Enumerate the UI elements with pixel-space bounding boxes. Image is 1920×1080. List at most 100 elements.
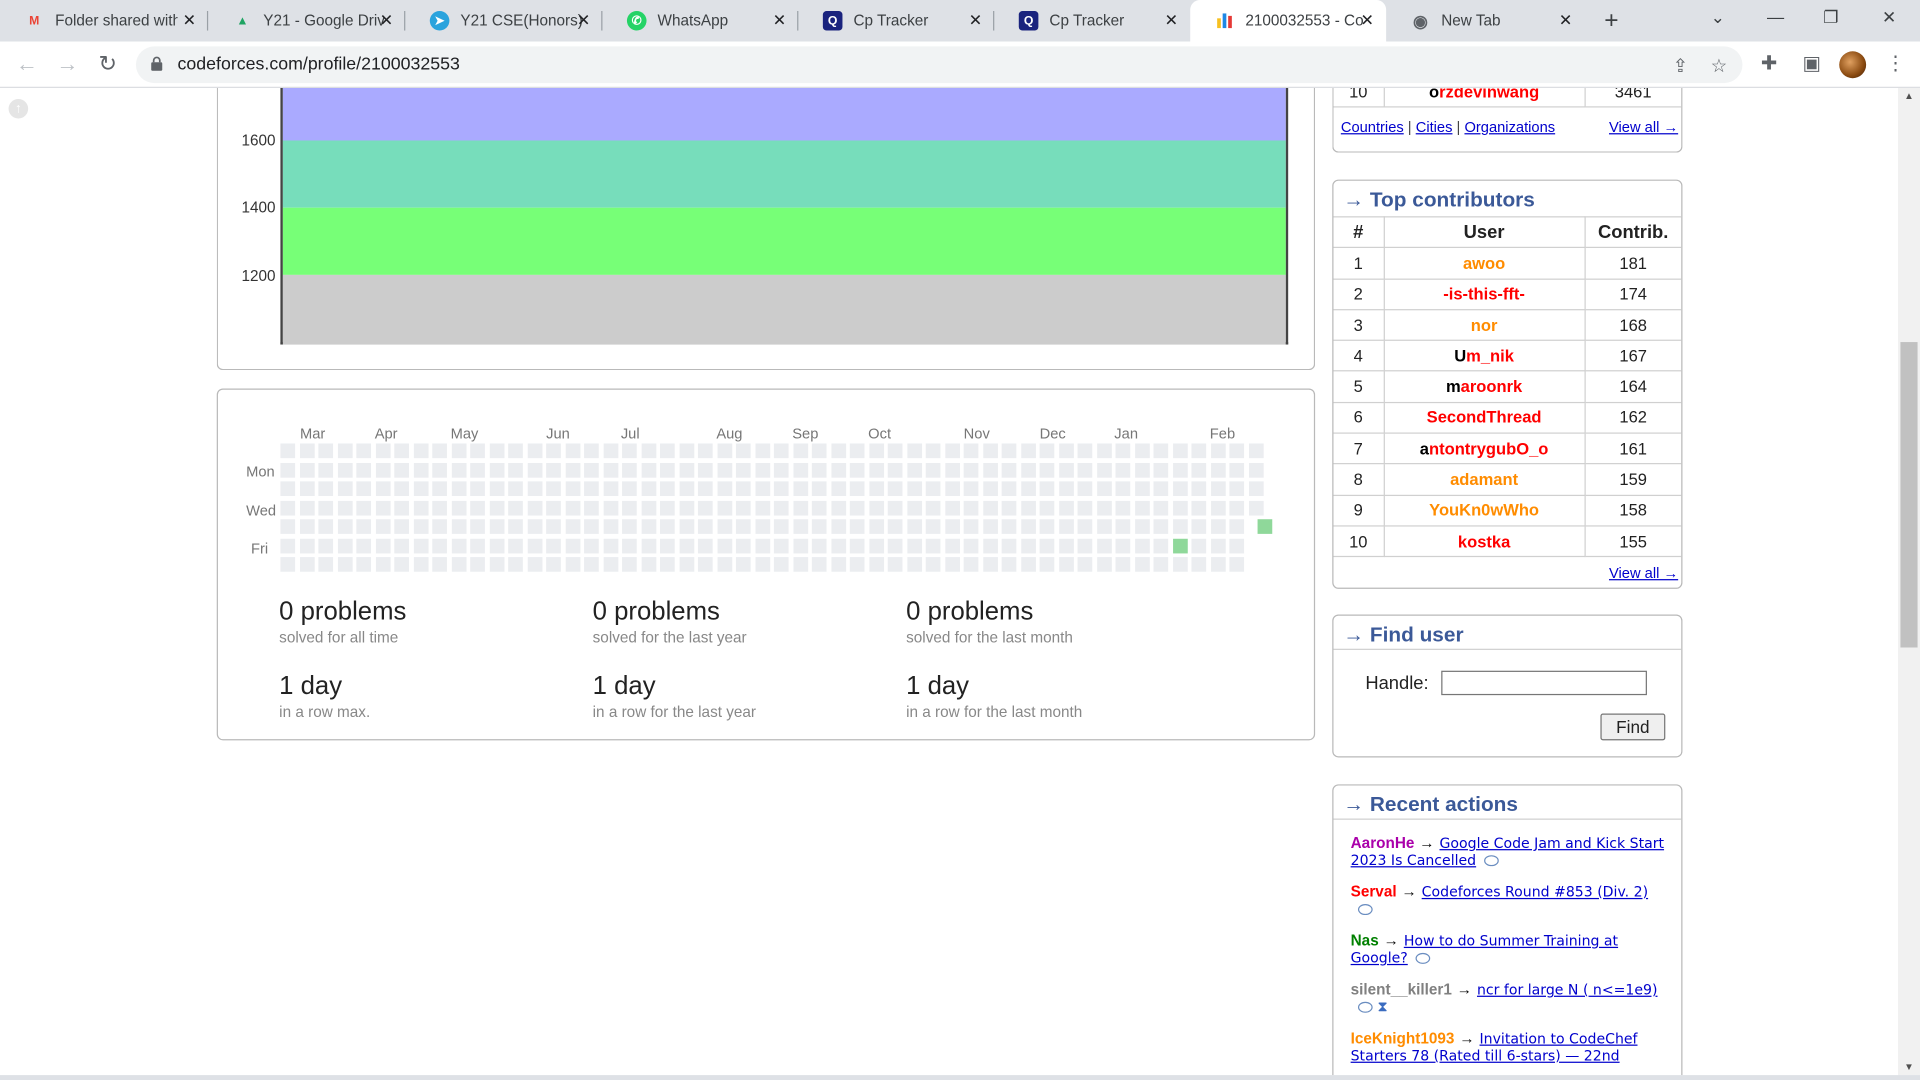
activity-cell[interactable]	[394, 538, 409, 553]
activity-cell[interactable]	[1172, 443, 1187, 458]
activity-cell[interactable]	[1134, 538, 1149, 553]
view-all-link[interactable]: View all →	[1609, 564, 1678, 581]
activity-cell[interactable]	[527, 462, 542, 477]
activity-cell[interactable]	[1172, 538, 1187, 553]
activity-cell[interactable]	[793, 500, 808, 515]
activity-cell[interactable]	[1040, 462, 1055, 477]
activity-cell[interactable]	[1116, 443, 1131, 458]
activity-cell[interactable]	[831, 481, 846, 496]
activity-cell[interactable]	[641, 500, 656, 515]
activity-cell[interactable]	[755, 519, 770, 534]
activity-cell[interactable]	[755, 443, 770, 458]
activity-cell[interactable]	[888, 557, 903, 572]
activity-cell[interactable]	[508, 500, 523, 515]
activity-cell[interactable]	[546, 443, 561, 458]
activity-cell[interactable]	[356, 462, 371, 477]
reload-icon[interactable]: ↻	[94, 51, 121, 77]
activity-cell[interactable]	[337, 557, 352, 572]
activity-cell[interactable]	[318, 519, 333, 534]
activity-cell[interactable]	[527, 557, 542, 572]
tab-search-chevron-icon[interactable]: ⌄	[1711, 7, 1725, 28]
user-link[interactable]: awoo	[1463, 254, 1505, 272]
activity-cell[interactable]	[318, 481, 333, 496]
user-link[interactable]: kostka	[1458, 532, 1510, 550]
activity-cell[interactable]	[964, 462, 979, 477]
activity-cell[interactable]	[698, 443, 713, 458]
activity-cell[interactable]	[1059, 519, 1074, 534]
activity-cell[interactable]	[831, 519, 846, 534]
activity-cell[interactable]	[432, 557, 447, 572]
activity-cell[interactable]	[1172, 557, 1187, 572]
activity-cell[interactable]	[1021, 462, 1036, 477]
activity-cell[interactable]	[1078, 481, 1093, 496]
activity-cell[interactable]	[1229, 557, 1244, 572]
activity-cell[interactable]	[1191, 557, 1206, 572]
activity-cell[interactable]	[755, 462, 770, 477]
activity-cell[interactable]	[1153, 557, 1168, 572]
activity-cell[interactable]	[1116, 462, 1131, 477]
activity-cell[interactable]	[660, 557, 675, 572]
activity-cell[interactable]	[451, 519, 466, 534]
activity-cell[interactable]	[508, 481, 523, 496]
activity-cell[interactable]	[413, 443, 428, 458]
activity-cell[interactable]	[527, 500, 542, 515]
close-icon[interactable]: ✕	[773, 11, 786, 31]
activity-cell[interactable]	[299, 443, 314, 458]
activity-cell[interactable]	[1059, 462, 1074, 477]
activity-cell[interactable]	[812, 557, 827, 572]
activity-cell[interactable]	[679, 538, 694, 553]
activity-cell[interactable]	[1059, 538, 1074, 553]
activity-cell[interactable]	[774, 557, 789, 572]
activity-cell[interactable]	[375, 500, 390, 515]
activity-cell[interactable]	[793, 519, 808, 534]
activity-cell[interactable]	[1210, 443, 1225, 458]
activity-cell[interactable]	[812, 538, 827, 553]
activity-cell[interactable]	[527, 538, 542, 553]
close-icon[interactable]: ✕	[1165, 11, 1178, 31]
activity-cell[interactable]	[280, 538, 295, 553]
user-link[interactable]: antontrygubO_o	[1420, 439, 1549, 457]
activity-cell[interactable]	[1210, 500, 1225, 515]
activity-cell[interactable]	[1021, 557, 1036, 572]
activity-cell[interactable]	[299, 557, 314, 572]
activity-cell[interactable]	[470, 443, 485, 458]
activity-cell[interactable]	[1097, 557, 1112, 572]
window-close-button[interactable]: ✕	[1882, 7, 1896, 28]
activity-cell[interactable]	[299, 519, 314, 534]
activity-cell[interactable]	[850, 538, 865, 553]
activity-cell[interactable]	[1078, 519, 1093, 534]
activity-cell[interactable]	[888, 500, 903, 515]
user-link[interactable]: rzdevinwang	[1439, 88, 1539, 101]
recent-action-link[interactable]: Codeforces Round #853 (Div. 2)	[1422, 883, 1648, 900]
activity-cell[interactable]	[1229, 443, 1244, 458]
activity-cell[interactable]	[1059, 481, 1074, 496]
activity-cell[interactable]	[1210, 462, 1225, 477]
activity-cell[interactable]	[1097, 443, 1112, 458]
activity-cell[interactable]	[907, 519, 922, 534]
activity-cell[interactable]	[489, 538, 504, 553]
activity-cell[interactable]	[394, 462, 409, 477]
activity-cell[interactable]	[394, 443, 409, 458]
activity-cell[interactable]	[1134, 557, 1149, 572]
activity-cell[interactable]	[1134, 443, 1149, 458]
recent-action-user[interactable]: Serval	[1351, 883, 1397, 900]
user-link[interactable]: maroonrk	[1446, 378, 1522, 396]
activity-cell[interactable]	[603, 538, 618, 553]
activity-cell[interactable]	[831, 500, 846, 515]
activity-cell[interactable]	[1040, 538, 1055, 553]
forward-icon[interactable]: →	[54, 51, 81, 77]
activity-cell[interactable]	[1116, 538, 1131, 553]
activity-cell[interactable]	[850, 500, 865, 515]
activity-cell[interactable]	[660, 538, 675, 553]
activity-cell[interactable]	[546, 462, 561, 477]
activity-cell[interactable]	[1248, 500, 1263, 515]
activity-cell[interactable]	[584, 519, 599, 534]
activity-cell[interactable]	[1040, 500, 1055, 515]
activity-cell[interactable]	[451, 557, 466, 572]
activity-cell[interactable]	[356, 481, 371, 496]
activity-cell[interactable]	[432, 538, 447, 553]
activity-cell[interactable]	[812, 481, 827, 496]
activity-cell[interactable]	[907, 481, 922, 496]
activity-cell[interactable]	[470, 481, 485, 496]
activity-cell[interactable]	[983, 462, 998, 477]
